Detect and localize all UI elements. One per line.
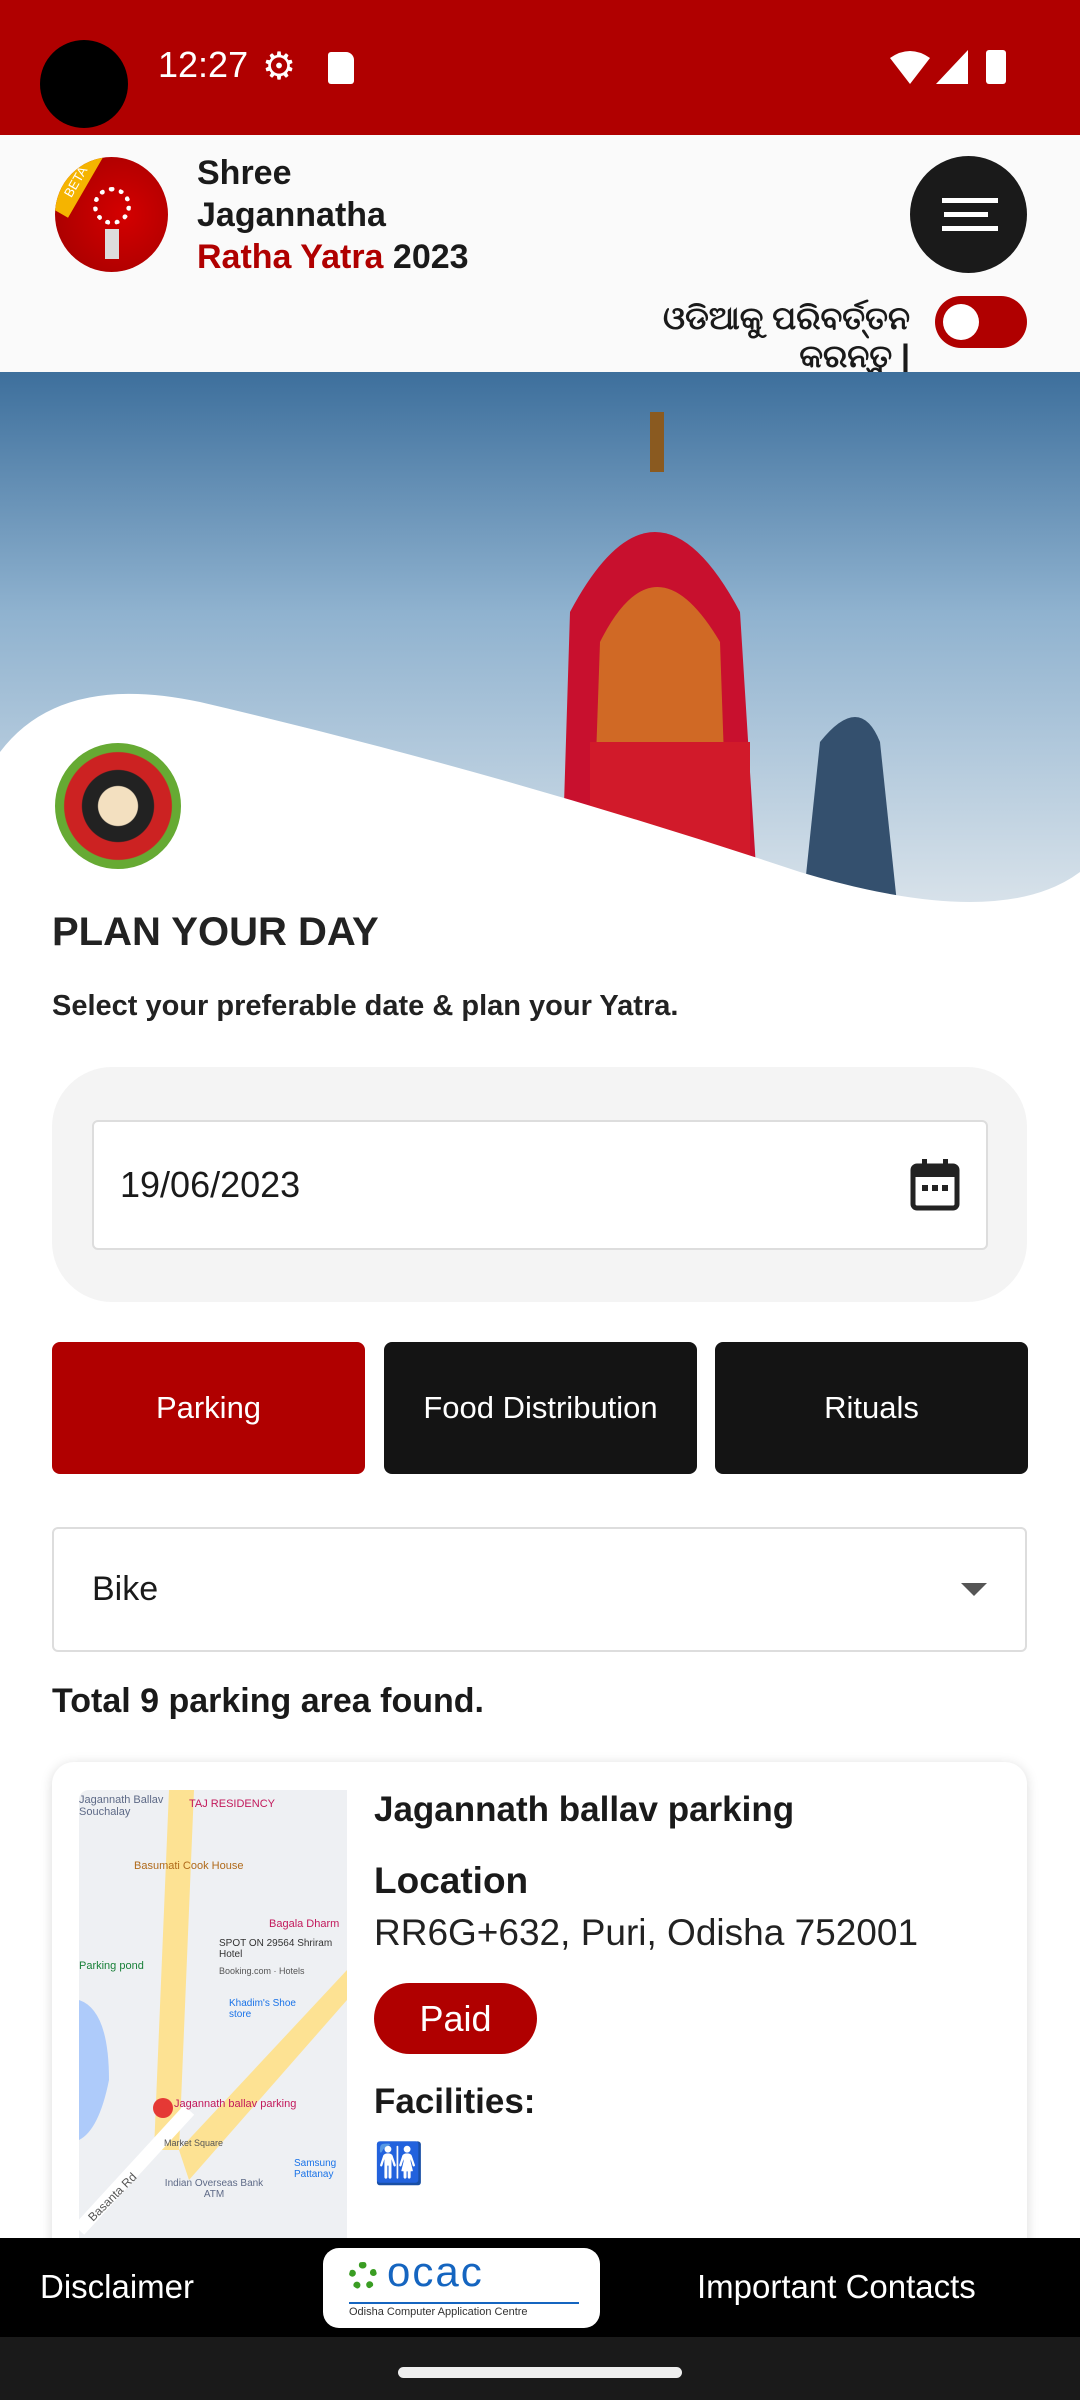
map-label: Jagannath ballav parking <box>174 2098 297 2110</box>
ocac-logo[interactable]: ocac Odisha Computer Application Centre <box>323 2248 600 2328</box>
app-title: Shree Jagannatha Ratha Yatra 2023 <box>197 152 469 278</box>
chakra-icon <box>93 187 131 225</box>
signal-icon <box>936 50 968 84</box>
date-input[interactable]: 19/06/2023 <box>92 1120 988 1250</box>
map-label: Booking.com · Hotels <box>219 1966 305 1976</box>
calendar-icon[interactable] <box>910 1159 960 1211</box>
hamburger-icon <box>942 198 998 203</box>
vehicle-select-value: Bike <box>92 1570 159 1608</box>
status-time: 12:27 <box>158 44 249 85</box>
map-label: Bagala Dharm <box>269 1918 340 1930</box>
chevron-down-icon <box>961 1583 987 1596</box>
map-label: Jagannath Ballav Souchalay <box>79 1794 164 1818</box>
status-bar: 12:27 ⚙ <box>0 0 1080 135</box>
title-highlight: Ratha Yatra <box>197 238 384 276</box>
menu-button[interactable] <box>910 156 1027 273</box>
home-gesture-handle[interactable] <box>398 2367 682 2378</box>
page-subtitle: Select your preferable date & plan your … <box>52 990 679 1022</box>
ocac-logo-text: ocac <box>387 2248 484 2295</box>
parking-name: Jagannath ballav parking <box>374 1790 795 1829</box>
sd-card-icon <box>328 52 354 84</box>
map-label: TAJ RESIDENCY <box>189 1798 275 1810</box>
ocac-logo-subtitle: Odisha Computer Application Centre <box>349 2302 579 2318</box>
title-line: Shree <box>197 154 292 192</box>
map-label: Khadim's Shoe store <box>229 1998 296 2020</box>
map-label: Parking pond <box>79 1960 144 1972</box>
app-logo: BETA <box>55 157 168 272</box>
tab-food-distribution[interactable]: Food Distribution <box>384 1342 697 1474</box>
disclaimer-link[interactable]: Disclaimer <box>40 2268 194 2306</box>
parking-address: RR6G+632, Puri, Odisha 752001 <box>374 1912 919 1953</box>
page-title: PLAN YOUR DAY <box>52 910 379 954</box>
battery-icon <box>986 50 1006 84</box>
deity-avatar <box>52 740 184 872</box>
gear-icon: ⚙ <box>262 46 297 88</box>
map-thumbnail[interactable]: Jagannath ballav parking TAJ RESIDENCY J… <box>79 1790 347 2250</box>
location-label: Location <box>374 1860 529 1901</box>
date-value: 19/06/2023 <box>120 1164 301 1205</box>
temple-icon <box>105 229 119 259</box>
vehicle-select[interactable]: Bike <box>52 1527 1027 1652</box>
hamburger-line <box>944 212 988 217</box>
camera-cutout <box>40 40 128 128</box>
map-label: Indian Overseas Bank ATM <box>164 2178 264 2200</box>
title-year: 2023 <box>392 238 469 276</box>
tab-parking[interactable]: Parking <box>52 1342 365 1474</box>
footer-bar: Disclaimer ocac Odisha Computer Applicat… <box>0 2238 1080 2337</box>
fee-badge: Paid <box>374 1983 537 2054</box>
ocac-logo-mark <box>349 2262 377 2290</box>
app-header <box>0 135 1080 372</box>
tab-rituals[interactable]: Rituals <box>715 1342 1028 1474</box>
language-toggle-label: ଓଡିଆକୁ ପରିବର୍ତ୍ତନ କରନ୍ତୁ | <box>663 300 910 374</box>
language-toggle[interactable] <box>935 296 1027 348</box>
results-summary: Total 9 parking area found. <box>52 1682 484 1720</box>
restroom-icon: 🚻 <box>374 2142 424 2186</box>
map-label: Samsung Pattanay <box>294 2158 337 2180</box>
important-contacts-link[interactable]: Important Contacts <box>697 2268 976 2306</box>
title-line: Jagannatha <box>197 196 386 234</box>
map-label: Basumati Cook House <box>134 1860 244 1872</box>
facilities-label: Facilities: <box>374 2082 536 2121</box>
map-label: SPOT ON 29564 Shriram Hotel <box>219 1938 333 1960</box>
map-label: Market Square <box>164 2138 224 2148</box>
wifi-icon <box>890 51 930 84</box>
hamburger-line <box>942 226 998 231</box>
